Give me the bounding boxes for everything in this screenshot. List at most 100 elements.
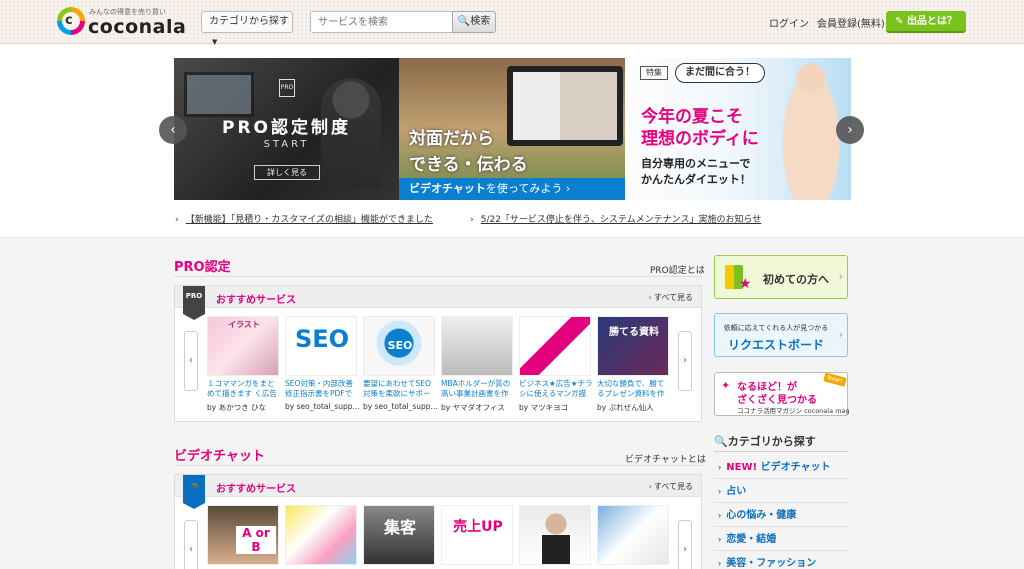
- carousel-next-button[interactable]: ›: [678, 520, 692, 569]
- pro-ribbon-icon: PRO: [183, 286, 205, 320]
- chevron-right-icon: ›: [718, 463, 722, 472]
- slide-title: PRO認定制度: [221, 118, 351, 138]
- slide-line-3: 自分専用のメニューで: [641, 157, 751, 170]
- section-divider: [174, 465, 702, 466]
- category-link-beauty[interactable]: › 美容・ファッション: [714, 552, 848, 569]
- seller-name: by ヤマダオフィス: [441, 403, 505, 412]
- service-title: 大切な勝負で、勝てるプレゼン資料を作成: [597, 379, 665, 398]
- category-link-health[interactable]: › 心の悩み・健康: [714, 504, 848, 527]
- slide-line-2: 理想のボディに: [641, 129, 759, 149]
- seller-name: by マツキヨコ: [519, 403, 569, 412]
- carousel-prev-button[interactable]: ‹: [184, 331, 198, 391]
- service-title: ビジネス★広告★チラシに使えるマンガ描き: [519, 379, 593, 398]
- login-link[interactable]: ログイン: [769, 15, 809, 30]
- slide-diet-feature[interactable]: 特集 まだ間に合う！ 今年の夏こそ 理想のボディに 自分専用のメニューで かんた…: [625, 58, 851, 200]
- request-board-button[interactable]: 依頼に応えてくれる人が見つかる リクエストボード ›: [714, 313, 848, 357]
- slide-line-2: できる・伝わる: [409, 155, 528, 175]
- star-icon: ★: [739, 276, 752, 292]
- service-thumbnail: [285, 505, 357, 565]
- search-button[interactable]: 🔍検索: [452, 11, 496, 33]
- slide-line-1: 対面だから: [409, 129, 494, 149]
- category-divider: [714, 451, 848, 452]
- seller-name: by ぷれぜん仙人: [597, 403, 654, 412]
- chevron-right-icon: ›: [648, 482, 652, 491]
- monitor-image: [184, 72, 254, 117]
- panel-label: おすすめサービス: [216, 484, 296, 495]
- slide-pro-certification[interactable]: PRO PRO認定制度 START 詳しく見る: [174, 58, 399, 200]
- see-all-link[interactable]: › すべて見る: [649, 481, 693, 492]
- chevron-right-icon: ›: [683, 355, 687, 366]
- service-thumbnail: SEO: [363, 316, 435, 376]
- pro-recommend-panel: PRO おすすめサービス › すべて見る ‹ › イラスト １コママンガをまとめて…: [174, 285, 702, 422]
- section-title-video-chat: ビデオチャット: [174, 449, 265, 464]
- chevron-left-icon: ‹: [189, 355, 193, 366]
- news-item[interactable]: › 5/22「サービス停止を伴う、システムメンテナンス」実施のお知らせ: [470, 212, 761, 225]
- chevron-right-icon: ›: [838, 270, 843, 283]
- magic-wand-icon: ✦: [721, 379, 731, 392]
- feature-tag: 特集: [640, 66, 668, 80]
- seller-name: by seo_total_supp…: [363, 402, 439, 411]
- search-icon: 🔍: [457, 16, 471, 27]
- slide-subtitle: START: [263, 139, 310, 150]
- logo-mark-letter: c: [65, 13, 73, 28]
- slide-line-4: かんたんダイエット！: [641, 173, 751, 186]
- site-header: c みんなの得意を売り買い coconala カテゴリから探す▼ 🔍検索 ログイ…: [0, 0, 1024, 46]
- hero-carousel: PRO PRO認定制度 START 詳しく見る 対面だから できる・伝わる ビデ…: [0, 45, 1024, 238]
- service-thumbnail: A or B: [207, 505, 279, 565]
- coconala-logo[interactable]: c みんなの得意を売り買い coconala: [57, 6, 187, 38]
- service-thumbnail: [441, 316, 513, 376]
- section-divider: [174, 276, 702, 277]
- chevron-right-icon: ›: [838, 328, 843, 341]
- pro-about-link[interactable]: PRO認定とは: [650, 263, 705, 276]
- carousel-next-button[interactable]: ›: [836, 116, 864, 144]
- chevron-right-icon: ›: [718, 535, 722, 544]
- seller-name: by あかつき ひな: [207, 403, 266, 412]
- service-thumbnail: [519, 316, 591, 376]
- service-title: MBAホルダーが質の高い事業計画書を作成: [441, 379, 511, 398]
- new-badge: New!: [822, 372, 846, 387]
- first-time-guide-button[interactable]: ★ 初めての方へ ›: [714, 255, 848, 299]
- slide-cta-bar[interactable]: ビデオチャットを使ってみよう ›: [399, 178, 625, 200]
- carousel-prev-button[interactable]: ‹: [184, 520, 198, 569]
- carousel-prev-button[interactable]: ‹: [159, 116, 187, 144]
- slide-detail-button[interactable]: 詳しく見る: [254, 165, 320, 180]
- category-link-fortune[interactable]: › 占い: [714, 480, 848, 503]
- news-item[interactable]: › 【新機能】「見積り・カスタマイズの相談」機能ができました: [175, 212, 433, 225]
- seller-name: by seo_total_supp…: [285, 402, 361, 411]
- chevron-right-icon: ›: [718, 487, 722, 496]
- see-all-link[interactable]: › すべて見る: [649, 292, 693, 303]
- pencil-icon: ✎: [895, 16, 907, 27]
- search-input[interactable]: [310, 11, 452, 33]
- service-thumbnail: [519, 505, 591, 565]
- chevron-right-icon: ›: [718, 559, 722, 568]
- service-thumbnail: 勝てる資料: [597, 316, 669, 376]
- carousel-next-button[interactable]: ›: [678, 331, 692, 391]
- service-thumbnail: SEO: [285, 316, 357, 376]
- service-thumbnail: 集客: [363, 505, 435, 565]
- search-icon: 🔍: [714, 435, 728, 448]
- laptop-image: [507, 66, 623, 146]
- video-camera-icon: 📹: [183, 475, 205, 509]
- sell-button[interactable]: ✎ 出品とは？: [886, 11, 966, 33]
- chevron-right-icon: ›: [683, 544, 687, 555]
- logo-mark-icon: c: [57, 7, 85, 35]
- panel-label: おすすめサービス: [216, 295, 296, 306]
- chevron-right-icon: ›: [470, 215, 474, 225]
- service-title: １コママンガをまとめて描きます く広告や: [207, 379, 277, 398]
- category-link-video-chat[interactable]: › NEW! ビデオチャット: [714, 456, 848, 479]
- slide-video-chat[interactable]: 対面だから できる・伝わる ビデオチャットを使ってみよう ›: [399, 58, 625, 200]
- video-chat-about-link[interactable]: ビデオチャットとは: [625, 452, 706, 465]
- service-thumbnail: イラスト: [207, 316, 279, 376]
- video-recommend-panel: 📹 おすすめサービス › すべて見る ‹ › A or B 集客 売上UP: [174, 474, 702, 569]
- service-title: SEO対策・内部改善修正指示書をPDFで納: [285, 379, 353, 398]
- category-dropdown-button[interactable]: カテゴリから探す▼: [201, 11, 293, 46]
- logo-text: coconala: [88, 16, 187, 38]
- chevron-right-icon: ›: [648, 293, 652, 302]
- chevron-right-icon: ›: [718, 511, 722, 520]
- register-link[interactable]: 会員登録(無料): [817, 15, 885, 30]
- category-link-romance[interactable]: › 恋愛・結婚: [714, 528, 848, 551]
- category-heading: 🔍カテゴリから探す: [714, 435, 816, 448]
- service-title: 要望にあわせてSEO対策を柔軟にサポート: [363, 379, 431, 398]
- coconala-mag-banner[interactable]: ✦ なるほど！が ざくざく見つかる ココナラ活用マガジン coconala ma…: [714, 372, 850, 416]
- service-thumbnail: [597, 505, 669, 565]
